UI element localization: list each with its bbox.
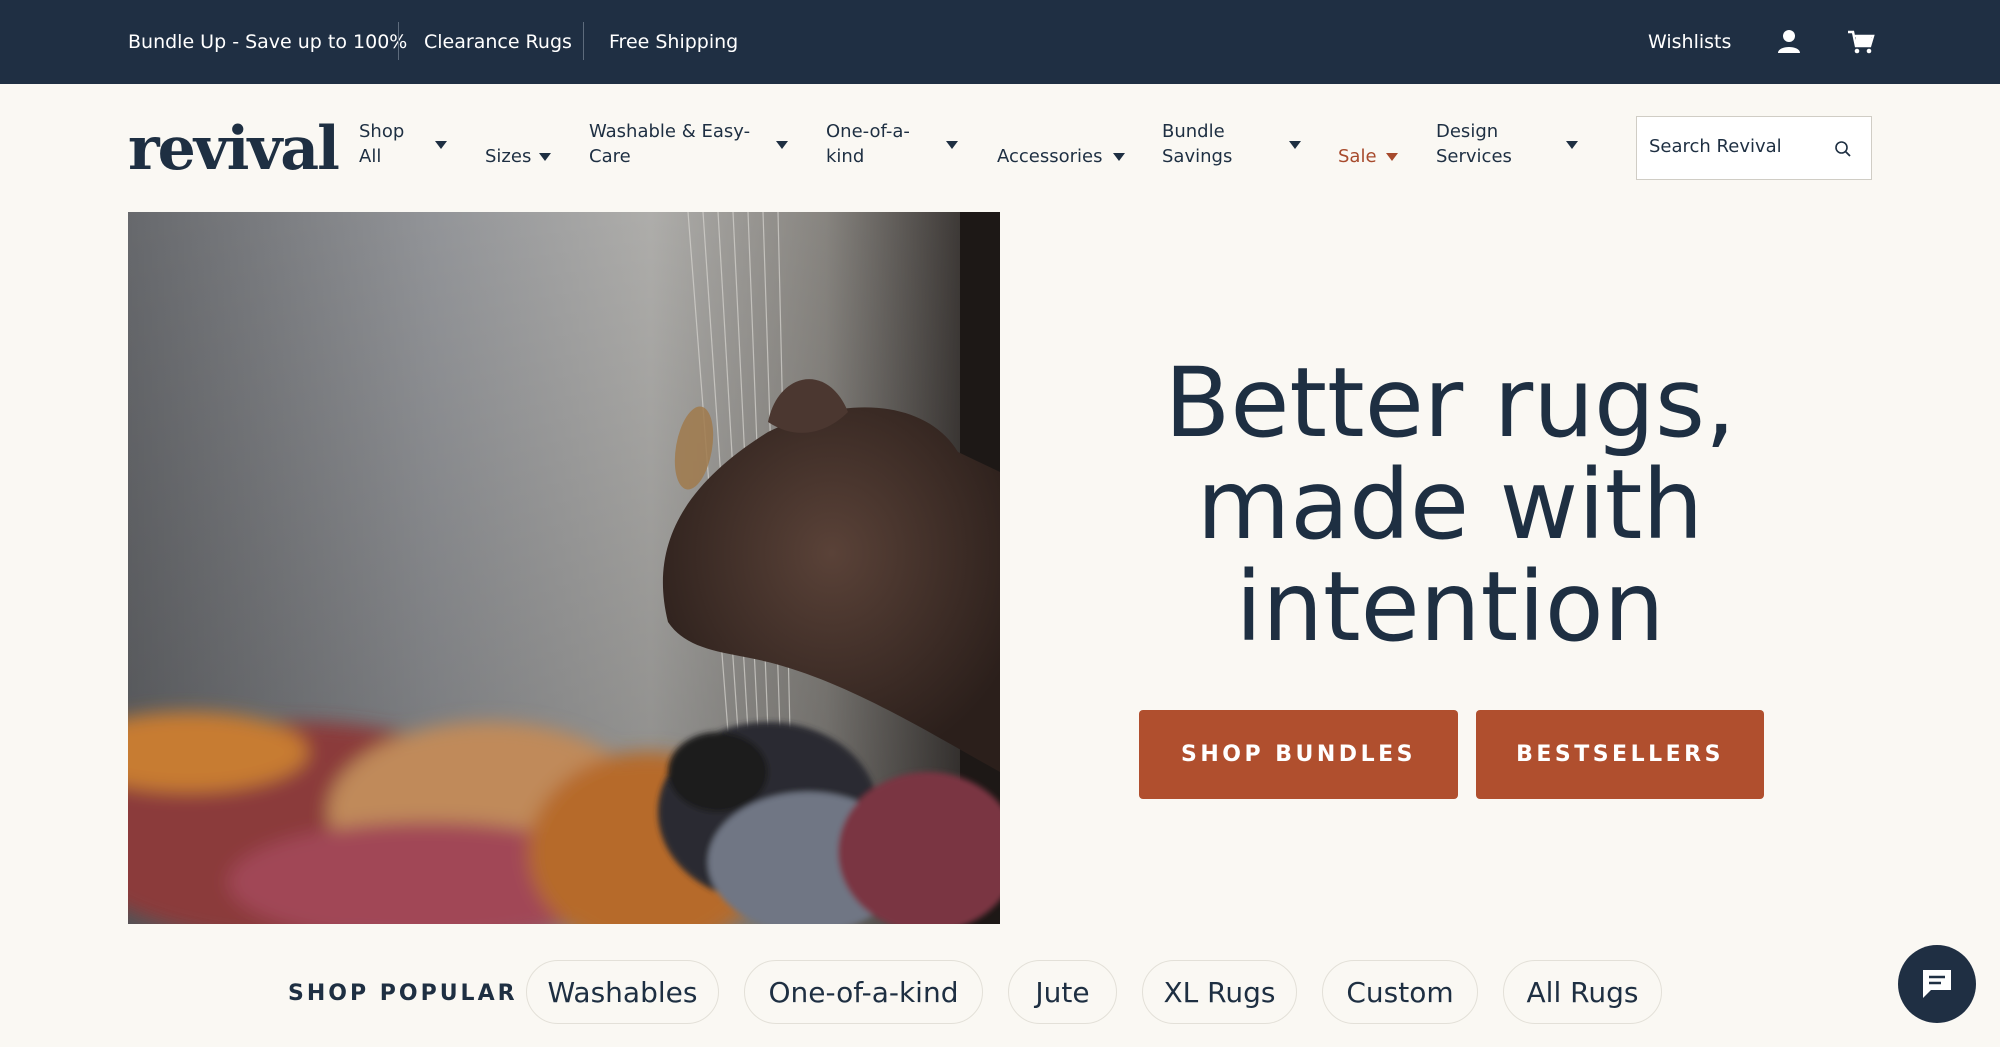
pill-jute[interactable]: Jute — [1008, 960, 1117, 1024]
nav-label: One-of-a- — [826, 121, 910, 142]
user-icon[interactable] — [1774, 27, 1804, 57]
bestsellers-button[interactable]: BESTSELLERS — [1476, 710, 1764, 799]
hero-weaving-image — [128, 212, 1000, 924]
announcement-bar: Bundle Up - Save up to 100% Clearance Ru… — [0, 0, 2000, 84]
pill-one-of-a-kind[interactable]: One-of-a-kind — [744, 960, 983, 1024]
chat-icon — [1923, 970, 1951, 998]
chevron-down-icon[interactable] — [946, 141, 958, 149]
site-logo[interactable]: revival — [128, 104, 340, 194]
hero-headline-line: made with — [1196, 449, 1704, 561]
wishlists-link[interactable]: Wishlists — [1648, 0, 1731, 84]
nav-label: Services — [1436, 146, 1512, 167]
nav-sale[interactable]: Sale — [1338, 144, 1377, 169]
chevron-down-icon[interactable] — [539, 153, 551, 161]
search-input[interactable]: Search Revival — [1636, 116, 1872, 180]
shop-popular-label: SHOP POPULAR — [288, 981, 518, 1006]
search-icon[interactable] — [1834, 140, 1852, 158]
promo-link-clearance[interactable]: Clearance Rugs — [424, 0, 572, 84]
shop-bundles-button[interactable]: SHOP BUNDLES — [1139, 710, 1458, 799]
hero-headline: Better rugs, made with intention — [1100, 352, 1800, 658]
nav-label: kind — [826, 146, 865, 167]
nav-shop-all[interactable]: Shop All — [359, 119, 404, 169]
nav-bundle-savings[interactable]: Bundle Savings — [1162, 119, 1232, 169]
promo-link-shipping[interactable]: Free Shipping — [609, 0, 738, 84]
hero-headline-line: Better rugs, — [1164, 347, 1736, 459]
nav-label: Accessories — [997, 146, 1103, 167]
chevron-down-icon[interactable] — [1566, 141, 1578, 149]
search-placeholder: Search Revival — [1649, 136, 1782, 157]
nav-sizes[interactable]: Sizes — [485, 144, 531, 169]
pill-washables[interactable]: Washables — [526, 960, 719, 1024]
chevron-down-icon[interactable] — [776, 141, 788, 149]
promo-link-bundle[interactable]: Bundle Up - Save up to 100% — [128, 0, 407, 84]
chevron-down-icon[interactable] — [435, 141, 447, 149]
chevron-down-icon[interactable] — [1386, 153, 1398, 161]
nav-label: Shop — [359, 121, 405, 142]
nav-label: All — [359, 146, 382, 167]
nav-one-of-a-kind[interactable]: One-of-a- kind — [826, 119, 910, 169]
pill-custom[interactable]: Custom — [1322, 960, 1478, 1024]
nav-label: Washable & Easy- — [589, 121, 751, 142]
divider — [398, 22, 399, 60]
pill-all-rugs[interactable]: All Rugs — [1503, 960, 1662, 1024]
nav-label: Design — [1436, 121, 1499, 142]
nav-label: Care — [589, 146, 631, 167]
weaving-photo — [128, 212, 1000, 924]
nav-design-services[interactable]: Design Services — [1436, 119, 1512, 169]
cart-icon[interactable] — [1846, 27, 1876, 57]
chevron-down-icon[interactable] — [1289, 141, 1301, 149]
nav-label: Savings — [1162, 146, 1233, 167]
nav-accessories[interactable]: Accessories — [997, 144, 1103, 169]
divider — [583, 22, 584, 60]
chat-button[interactable] — [1898, 945, 1976, 1023]
nav-label: Sale — [1338, 146, 1377, 167]
hero-headline-line: intention — [1235, 551, 1665, 663]
pill-xl-rugs[interactable]: XL Rugs — [1142, 960, 1297, 1024]
chevron-down-icon[interactable] — [1113, 153, 1125, 161]
nav-washable[interactable]: Washable & Easy- Care — [589, 119, 750, 169]
nav-label: Bundle — [1162, 121, 1225, 142]
nav-label: Sizes — [485, 146, 532, 167]
